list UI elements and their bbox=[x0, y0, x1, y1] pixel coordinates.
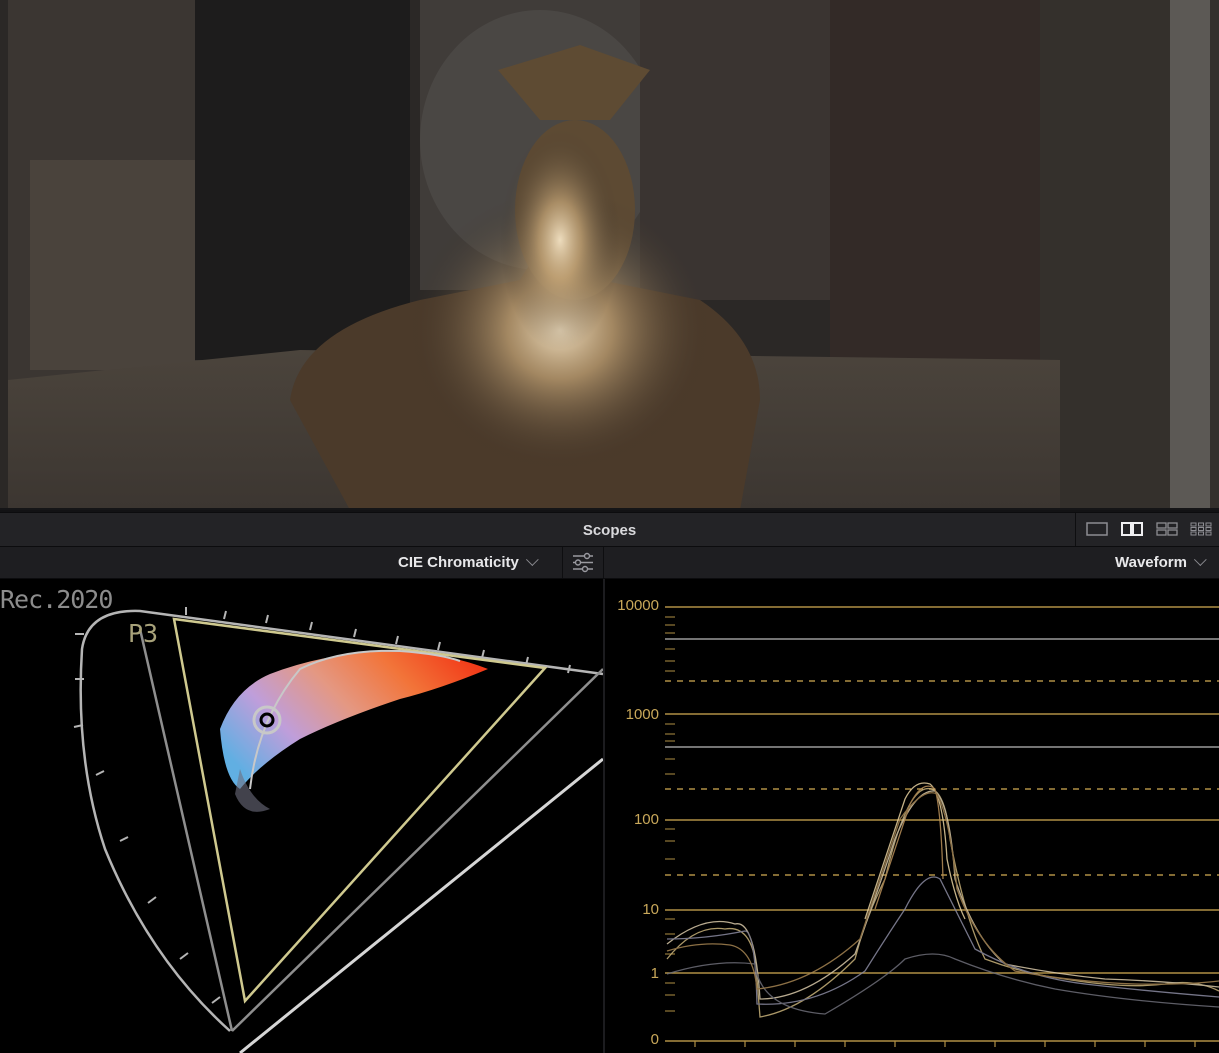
waveform-plot bbox=[665, 606, 1219, 1047]
left-scope-dropdown[interactable]: CIE Chromaticity bbox=[398, 553, 539, 571]
cie-chromaticity-scope: Rec.2020 P3 bbox=[0, 579, 603, 1053]
scale-label-10000: 10000 bbox=[617, 597, 659, 614]
rec2020-label: Rec.2020 bbox=[0, 585, 113, 614]
dual-view-icon[interactable] bbox=[1121, 521, 1143, 537]
scopes-header: Scopes bbox=[0, 512, 1219, 547]
scope-layout-selector bbox=[1075, 513, 1219, 546]
chevron-down-icon bbox=[525, 553, 539, 567]
scope-selectors-bar: CIE Chromaticity Waveform bbox=[0, 547, 1219, 579]
grid-view-icon[interactable] bbox=[1190, 521, 1212, 537]
scale-label-1000: 1000 bbox=[625, 706, 659, 723]
scope-settings-button[interactable] bbox=[562, 547, 604, 578]
viewer-panel bbox=[0, 0, 1219, 512]
cie-plot bbox=[73, 607, 603, 1053]
right-scope-dropdown[interactable]: Waveform bbox=[1115, 553, 1207, 571]
scopes-title: Scopes bbox=[582, 522, 637, 539]
video-frame bbox=[0, 0, 1219, 510]
p3-label: P3 bbox=[128, 619, 159, 648]
chevron-down-icon bbox=[1193, 553, 1207, 567]
waveform-traces bbox=[666, 782, 1219, 1018]
scale-label-10: 10 bbox=[642, 901, 659, 918]
right-scope-label: Waveform bbox=[1115, 554, 1187, 571]
left-scope-label: CIE Chromaticity bbox=[398, 554, 519, 571]
waveform-scope: 10000 1000 100 10 1 0 bbox=[605, 579, 1219, 1053]
single-view-icon[interactable] bbox=[1086, 521, 1108, 537]
scale-label-100: 100 bbox=[633, 811, 659, 828]
scale-label-1: 1 bbox=[650, 965, 659, 982]
scale-label-0: 0 bbox=[650, 1031, 659, 1048]
sliders-icon bbox=[573, 552, 593, 573]
quad-view-icon[interactable] bbox=[1156, 521, 1178, 537]
